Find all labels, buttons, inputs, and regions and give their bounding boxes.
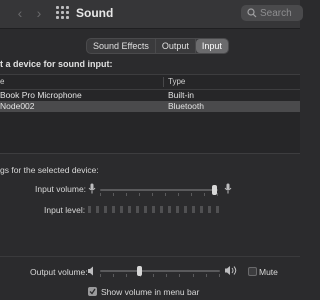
window-title: Sound [76, 6, 114, 20]
mic-high-icon [224, 183, 232, 194]
table-row[interactable]: Book Pro Microphone Built-in [0, 90, 300, 101]
slider-track [100, 189, 218, 191]
output-volume-slider[interactable] [100, 265, 222, 277]
settings-heading: gs for the selected device: [0, 165, 99, 175]
show-all-grid-icon[interactable] [56, 6, 69, 19]
speaker-high-icon [225, 266, 237, 275]
device-type: Bluetooth [168, 101, 204, 111]
checkmark-icon [89, 288, 96, 295]
table-header: e Type [0, 75, 300, 90]
show-volume-label: Show volume in menu bar [101, 287, 200, 297]
mute-checkbox[interactable] [248, 267, 257, 276]
input-level-label: Input level: [44, 205, 86, 215]
search-input[interactable] [260, 6, 300, 20]
search-field[interactable] [241, 5, 303, 21]
slider-ticks [100, 193, 218, 196]
input-device-table: e Type Book Pro Microphone Built-in Node… [0, 74, 300, 154]
slider-thumb[interactable] [137, 266, 142, 276]
speaker-low-icon [88, 266, 93, 276]
tab-sound-effects[interactable]: Sound Effects [87, 39, 156, 53]
input-level-meter [88, 206, 224, 213]
chevron-left-icon[interactable]: ‹ [13, 6, 27, 20]
device-name: Book Pro Microphone [0, 90, 82, 100]
output-volume-label: Output volume: [30, 267, 88, 277]
slider-thumb[interactable] [212, 185, 217, 195]
input-volume-label: Input volume: [35, 184, 87, 194]
show-volume-checkbox[interactable] [88, 287, 97, 296]
column-header-type[interactable]: Type [168, 77, 185, 86]
window-toolbar: ‹ › Sound [0, 0, 303, 29]
divider [0, 256, 300, 257]
input-volume-slider[interactable] [100, 184, 222, 196]
slider-track [100, 270, 220, 272]
mic-low-icon [88, 183, 96, 194]
tab-input[interactable]: Input [195, 39, 228, 53]
search-icon [247, 8, 257, 18]
column-header-name[interactable]: e [0, 77, 4, 86]
input-device-heading: t a device for sound input: [0, 59, 113, 69]
table-row-selected[interactable]: Node002 Bluetooth [0, 101, 300, 112]
tab-bar: Sound Effects Output Input [86, 38, 229, 54]
mute-label: Mute [259, 267, 278, 277]
device-type: Built-in [168, 90, 194, 100]
slider-ticks [100, 274, 220, 277]
device-name: Node002 [0, 101, 35, 111]
column-divider[interactable] [163, 77, 164, 87]
tab-output[interactable]: Output [156, 39, 196, 53]
chevron-right-icon[interactable]: › [32, 6, 46, 20]
